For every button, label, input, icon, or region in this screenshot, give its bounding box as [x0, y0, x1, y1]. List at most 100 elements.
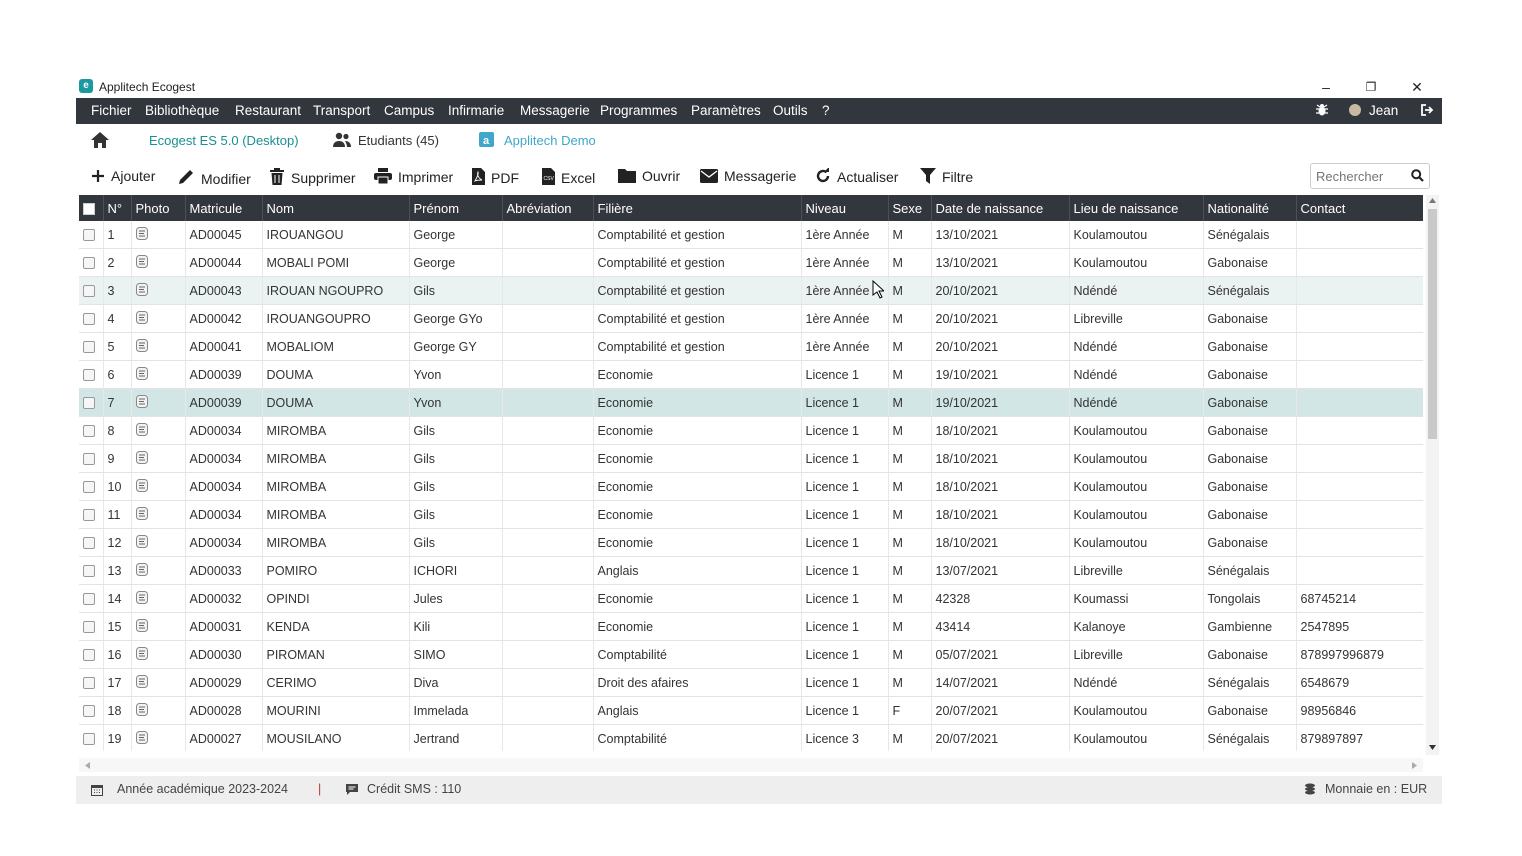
table-row[interactable]: 6 AD00039 DOUMA Yvon Economie Licence 1 M 19/10…	[79, 360, 1423, 389]
cell-n: 8	[103, 416, 132, 445]
menu-programmes[interactable]: Programmes	[600, 103, 677, 118]
row-checkbox[interactable]	[83, 369, 95, 382]
select-all-column[interactable]	[79, 195, 104, 221]
menu-bibliotheque[interactable]: Bibliothèque	[145, 103, 219, 118]
tab-company[interactable]: Applitech Demo	[504, 133, 596, 148]
supprimer-button[interactable]: Supprimer	[269, 168, 356, 186]
logout-icon[interactable]	[1420, 103, 1434, 120]
pdf-button[interactable]: PDF	[472, 168, 519, 186]
column-header[interactable]: Lieu de naissance	[1069, 195, 1204, 221]
table-row[interactable]: 10 AD00034 MIROMBA Gils Economie Licence 1 M 18…	[79, 472, 1423, 501]
cell-n: 5	[103, 332, 132, 361]
row-checkbox[interactable]	[83, 677, 95, 690]
scroll-left-icon[interactable]	[85, 762, 90, 769]
row-checkbox[interactable]	[83, 593, 95, 606]
column-header[interactable]: Date de naissance	[931, 195, 1070, 221]
cell-naissance: 18/10/2021	[931, 472, 1070, 501]
pdf-file-icon	[472, 168, 485, 185]
row-checkbox[interactable]	[83, 481, 95, 494]
row-checkbox[interactable]	[83, 229, 95, 242]
menu-parametres[interactable]: Paramètres	[691, 103, 761, 118]
vertical-scrollbar[interactable]	[1426, 195, 1439, 755]
menu-messagerie[interactable]: Messagerie	[520, 103, 590, 118]
row-checkbox[interactable]	[83, 453, 95, 466]
horizontal-scrollbar[interactable]	[79, 758, 1423, 772]
select-all-checkbox[interactable]	[83, 203, 95, 216]
column-header[interactable]: Photo	[131, 195, 186, 221]
menu-campus[interactable]: Campus	[384, 103, 434, 118]
column-header[interactable]: Nom	[262, 195, 410, 221]
ouvrir-button[interactable]: Ouvrir	[618, 168, 680, 184]
row-checkbox[interactable]	[83, 565, 95, 578]
excel-button[interactable]: CSV Excel	[542, 168, 595, 186]
menu-infirmarie[interactable]: Infirmarie	[448, 103, 504, 118]
modifier-button[interactable]: Modifier	[177, 168, 251, 187]
column-header[interactable]: Sexe	[888, 195, 932, 221]
restore-button[interactable]: ❐	[1348, 76, 1394, 98]
menu-fichier[interactable]: Fichier	[91, 103, 132, 118]
column-header[interactable]: Abréviation	[502, 195, 594, 221]
table-row[interactable]: 17 AD00029 CERIMO Diva Droit des afaires Lice…	[79, 668, 1423, 697]
menu-outils[interactable]: Outils	[773, 103, 808, 118]
tab-version[interactable]: Ecogest ES 5.0 (Desktop)	[149, 133, 299, 148]
actualiser-button[interactable]: Actualiser	[815, 167, 898, 185]
table-row[interactable]: 4 AD00042 IROUANGOUPRO George GYo Comptabili…	[79, 304, 1423, 333]
row-checkbox[interactable]	[83, 537, 95, 550]
cell-nom: OPINDI	[262, 584, 410, 613]
user-name[interactable]: Jean	[1369, 103, 1398, 118]
row-checkbox[interactable]	[83, 733, 95, 746]
table-row[interactable]: 7 AD00039 DOUMA Yvon Economie Licence 1 M 19/10…	[79, 388, 1423, 417]
scroll-right-icon[interactable]	[1412, 762, 1417, 769]
bug-icon[interactable]	[1315, 103, 1329, 120]
messagerie-button[interactable]: Messagerie	[700, 168, 796, 184]
row-checkbox[interactable]	[83, 649, 95, 662]
vertical-scroll-thumb[interactable]	[1428, 209, 1437, 439]
column-header[interactable]: N°	[103, 195, 132, 221]
row-checkbox[interactable]	[83, 313, 95, 326]
table-row[interactable]: 13 AD00033 POMIRO ICHORI Anglais Licence 1 M 13…	[79, 556, 1423, 585]
table-row[interactable]: 8 AD00034 MIROMBA Gils Economie Licence 1 M 18/…	[79, 416, 1423, 445]
row-checkbox[interactable]	[83, 425, 95, 438]
ajouter-button[interactable]: Ajouter	[91, 168, 155, 184]
row-checkbox[interactable]	[83, 397, 95, 410]
scroll-up-icon[interactable]	[1429, 198, 1436, 203]
home-icon[interactable]	[90, 131, 110, 152]
row-checkbox[interactable]	[83, 621, 95, 634]
menu-restaurant[interactable]: Restaurant	[235, 103, 301, 118]
table-row[interactable]: 16 AD00030 PIROMAN SIMO Comptabilité Licence …	[79, 640, 1423, 669]
table-row[interactable]: 14 AD00032 OPINDI Jules Economie Licence 1 M 42…	[79, 584, 1423, 613]
tab-etudiants[interactable]: Etudiants (45)	[358, 133, 439, 148]
column-header[interactable]: Contact	[1296, 195, 1423, 221]
filtre-button[interactable]: Filtre	[920, 168, 973, 185]
search-icon[interactable]	[1411, 169, 1424, 182]
table-row[interactable]: 11 AD00034 MIROMBA Gils Economie Licence 1 M 18…	[79, 500, 1423, 529]
column-header[interactable]: Filière	[593, 195, 802, 221]
search-input[interactable]	[1316, 167, 1404, 185]
table-row[interactable]: 3 AD00043 IROUAN NGOUPRO Gils Comptabilité e…	[79, 276, 1423, 305]
table-row[interactable]: 9 AD00034 MIROMBA Gils Economie Licence 1 M 18/…	[79, 444, 1423, 473]
table-row[interactable]: 5 AD00041 MOBALIOM George GY Comptabilité et…	[79, 332, 1423, 361]
column-header[interactable]: Nationalité	[1203, 195, 1297, 221]
scroll-down-icon[interactable]	[1429, 745, 1436, 750]
column-header[interactable]: Matricule	[185, 195, 263, 221]
table-row[interactable]: 19 AD00027 MOUSILANO Jertrand Comptabilité Li…	[79, 724, 1423, 751]
table-row[interactable]: 18 AD00028 MOURINI Immelada Anglais Licence 1…	[79, 696, 1423, 725]
minimize-button[interactable]: –	[1303, 76, 1349, 98]
cell-naissance: 18/10/2021	[931, 416, 1070, 445]
column-header[interactable]: Prénom	[409, 195, 503, 221]
table-row[interactable]: 12 AD00034 MIROMBA Gils Economie Licence 1 M 18…	[79, 528, 1423, 557]
close-button[interactable]: ✕	[1394, 76, 1440, 98]
column-header[interactable]: Niveau	[801, 195, 889, 221]
row-checkbox[interactable]	[83, 341, 95, 354]
menu-transport[interactable]: Transport	[313, 103, 370, 118]
table-row[interactable]: 15 AD00031 KENDA Kili Economie Licence 1 M 4341…	[79, 612, 1423, 641]
row-checkbox[interactable]	[83, 705, 95, 718]
table-row[interactable]: 1 AD00045 IROUANGOU George Comptabilité et g…	[79, 221, 1423, 249]
cell-lieu: Koulamoutou	[1069, 444, 1204, 473]
row-checkbox[interactable]	[83, 509, 95, 522]
menu-help[interactable]: ?	[822, 103, 830, 118]
imprimer-button[interactable]: Imprimer	[374, 168, 453, 185]
row-checkbox[interactable]	[83, 285, 95, 298]
table-row[interactable]: 2 AD00044 MOBALI POMI George Comptabilité et…	[79, 248, 1423, 277]
row-checkbox[interactable]	[83, 257, 95, 270]
